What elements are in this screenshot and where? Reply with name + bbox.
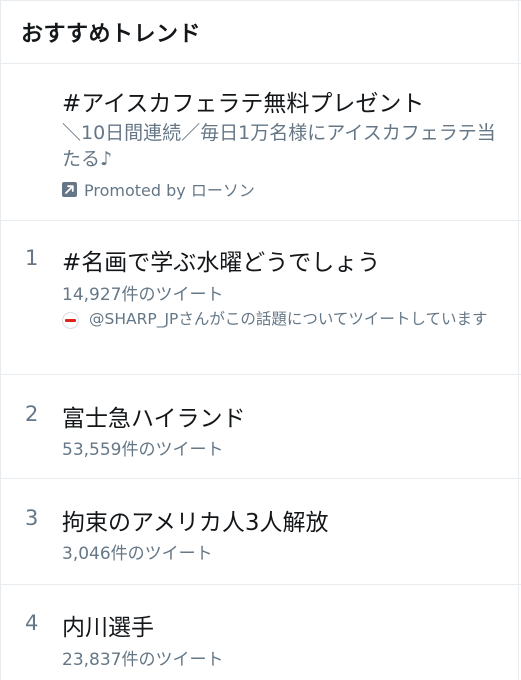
- trend-rank: 2: [25, 402, 39, 426]
- trend-rank: 4: [25, 611, 39, 635]
- trends-title: おすすめトレンド: [21, 22, 202, 47]
- trend-item[interactable]: 1 #名画で学ぶ水曜どうでしょう 14,927件のツイート @SHARP_JPさ…: [0, 221, 521, 375]
- promoted-trend[interactable]: #アイスカフェラテ無料プレゼント ＼10日間連続／毎日1万名様にアイスカフェラテ…: [0, 64, 521, 221]
- trend-name[interactable]: 富士急ハイランド: [62, 399, 246, 433]
- promoted-trend-description: ＼10日間連続／毎日1万名様にアイスカフェラテ当たる♪: [62, 122, 496, 170]
- trend-item[interactable]: 3 拘束のアメリカ人3人解放 3,046件のツイート: [0, 479, 521, 585]
- sharp-logo-mark: [65, 319, 76, 322]
- trend-name[interactable]: 拘束のアメリカ人3人解放: [62, 503, 328, 537]
- trend-name[interactable]: #名画で学ぶ水曜どうでしょう: [62, 243, 380, 277]
- trend-tweet-count: 3,046件のツイート: [62, 544, 213, 564]
- trend-tweet-count: 14,927件のツイート: [62, 285, 224, 305]
- promoted-arrow-icon: [62, 181, 77, 197]
- trend-tweet-count: 23,837件のツイート: [62, 650, 224, 670]
- sharp-logo-avatar: [62, 312, 79, 329]
- trend-rank: 1: [25, 246, 39, 270]
- promoted-by-label: Promoted by ローソン: [84, 181, 255, 200]
- promoted-by-line[interactable]: Promoted by ローソン: [62, 177, 255, 201]
- trend-name[interactable]: 内川選手: [62, 608, 154, 642]
- trend-item[interactable]: 4 内川選手 23,837件のツイート: [0, 585, 521, 680]
- trends-header: おすすめトレンド: [0, 1, 521, 64]
- promoted-trend-name[interactable]: #アイスカフェラテ無料プレゼント: [62, 84, 424, 118]
- trend-rank: 3: [25, 506, 39, 530]
- trend-tweet-count: 53,559件のツイート: [62, 440, 224, 460]
- trend-context-text: @SHARP_JPさんがこの話題についてツイートしています: [89, 310, 488, 328]
- trend-item[interactable]: 2 富士急ハイランド 53,559件のツイート: [0, 375, 521, 479]
